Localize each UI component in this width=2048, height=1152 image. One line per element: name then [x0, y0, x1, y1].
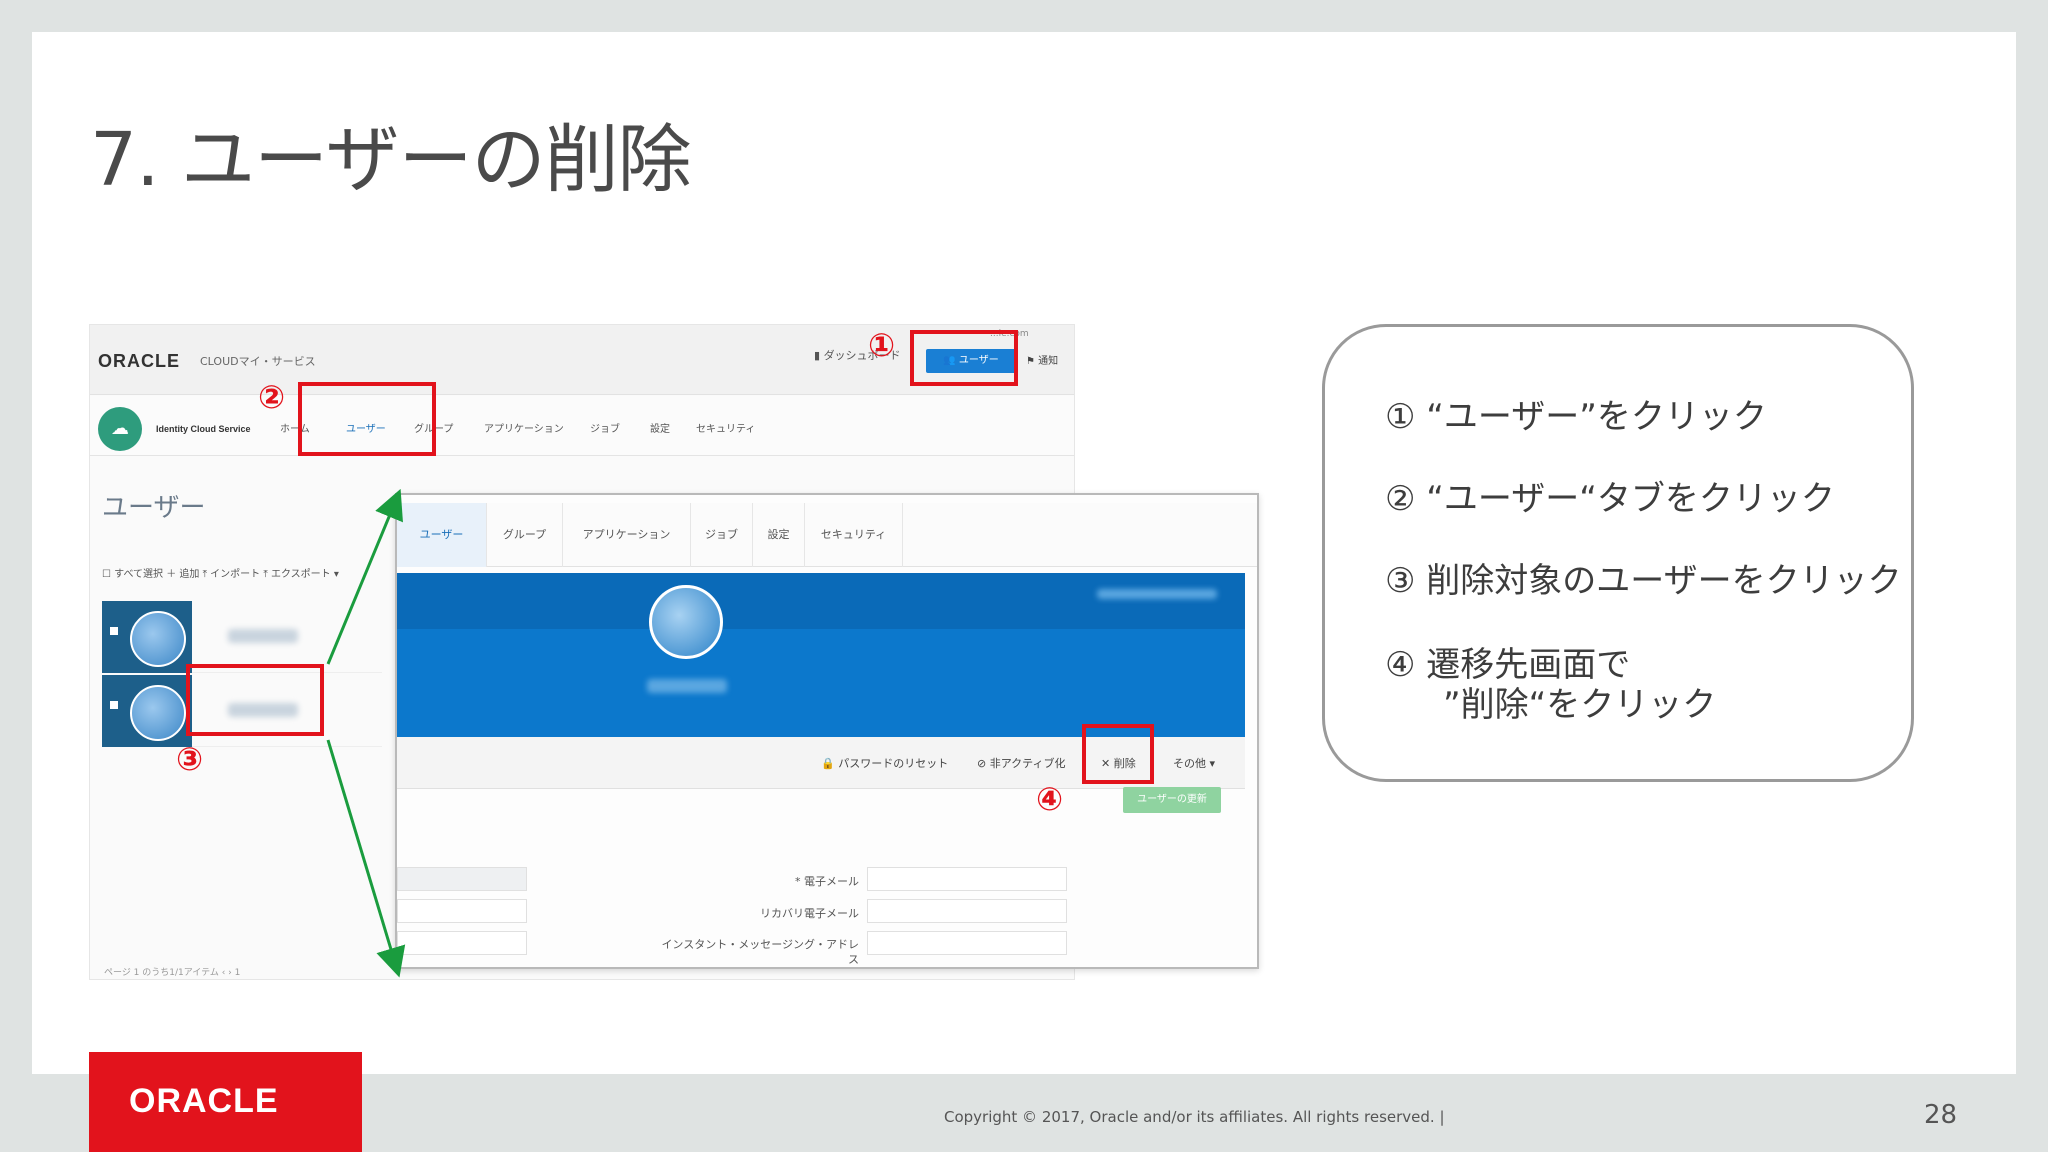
step-number: ①	[1385, 397, 1416, 437]
step-text: 遷移先画面で	[1426, 645, 1631, 685]
step-1: ① “ユーザー”をクリック	[1385, 397, 1767, 437]
page-number: 28	[1924, 1100, 1958, 1130]
step-number: ②	[1385, 479, 1416, 519]
step-text: 削除対象のユーザーをクリック	[1426, 561, 1902, 601]
step-text: “ユーザー”をクリック	[1426, 397, 1767, 437]
marker-1: ①	[868, 326, 896, 364]
highlight-box-2	[298, 382, 436, 456]
step-text: “ユーザー“タブをクリック	[1426, 479, 1835, 519]
marker-3: ③	[176, 740, 204, 778]
step-number: ③	[1385, 561, 1416, 601]
arrow-up	[326, 488, 403, 665]
copyright: Copyright © 2017, Oracle and/or its affi…	[944, 1108, 1445, 1126]
step-number: ④	[1385, 645, 1416, 685]
oracle-badge: ORACLE	[89, 1052, 362, 1152]
steps-callout: ① “ユーザー”をクリック ② “ユーザー“タブをクリック ③ 削除対象のユーザ…	[1322, 324, 1914, 782]
marker-2: ②	[258, 378, 286, 416]
step-4: ④ 遷移先画面で	[1385, 645, 1630, 685]
marker-4: ④	[1036, 780, 1064, 818]
highlight-box-1	[910, 330, 1018, 386]
arrow-down	[326, 739, 406, 978]
step-2: ② “ユーザー“タブをクリック	[1385, 479, 1835, 519]
step-4-line2: ”削除“をクリック	[1443, 685, 1717, 725]
highlight-box-4	[1082, 724, 1154, 784]
oracle-logo: ORACLE	[129, 1082, 279, 1120]
highlight-box-3	[186, 664, 324, 736]
step-3: ③ 削除対象のユーザーをクリック	[1385, 561, 1902, 601]
